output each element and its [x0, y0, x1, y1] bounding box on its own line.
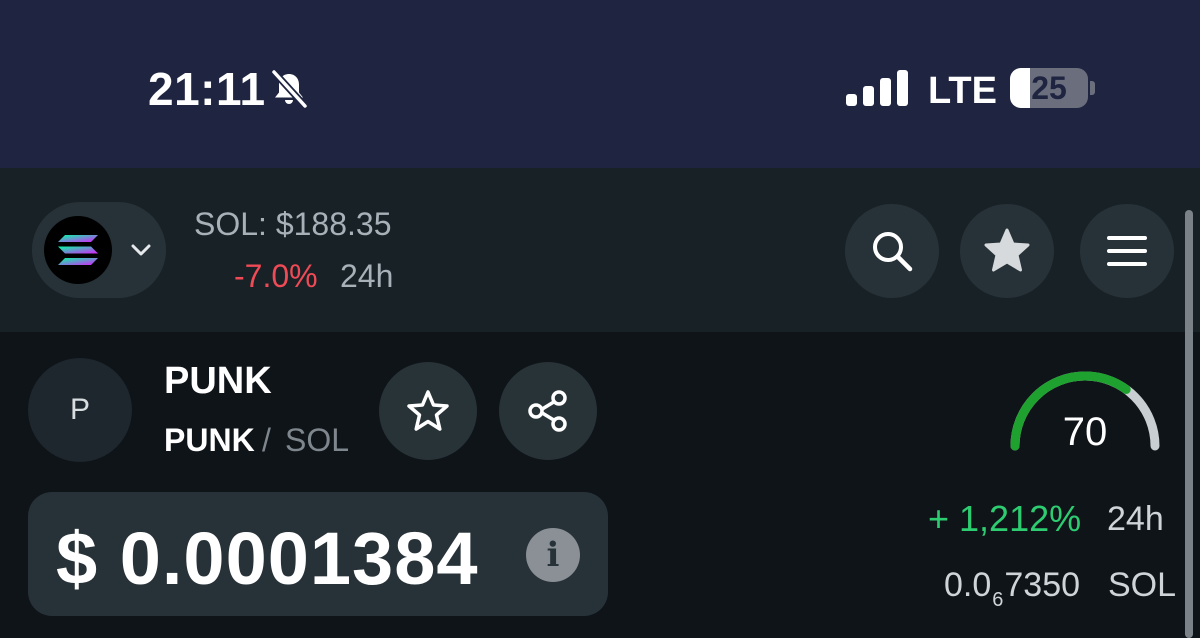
menu-button[interactable]	[1080, 204, 1174, 298]
search-icon	[873, 232, 913, 272]
sol-unit: SOL	[1108, 566, 1177, 604]
price-box: $ 0.0001384 i	[28, 492, 608, 616]
network-type: LTE	[928, 70, 997, 112]
solana-logo-icon	[44, 216, 112, 284]
status-bar: 21:11 LTE 25	[0, 0, 1200, 168]
scrollbar[interactable]	[1185, 210, 1193, 638]
battery-tip	[1090, 81, 1095, 95]
app-header: SOL: $188.35 -7.0% 24h	[0, 168, 1200, 332]
sol-price-zero-count: 6	[992, 589, 1004, 611]
sol-change-period: 24h	[340, 258, 394, 294]
sol-price-prefix: 0.0	[944, 566, 992, 604]
pair-quote: SOL	[285, 422, 350, 458]
price-change-period: 24h	[1107, 500, 1164, 538]
share-icon	[528, 390, 567, 432]
chain-selector[interactable]	[32, 202, 166, 298]
star-outline-icon	[407, 390, 449, 431]
score-value: 70	[1062, 410, 1108, 454]
token-avatar: P	[28, 358, 132, 462]
search-button[interactable]	[845, 204, 939, 298]
info-icon: i	[546, 535, 560, 575]
token-name: PUNK	[164, 360, 272, 402]
sol-change: -7.0%	[234, 258, 318, 294]
sol-price-digits: 7350	[1004, 566, 1081, 604]
price-in-sol: 0.067350	[944, 566, 1080, 612]
watchlist-button[interactable]	[960, 204, 1054, 298]
signal-icon	[846, 70, 908, 106]
star-filled-icon	[984, 228, 1030, 272]
price-change-24h: + 1,212%	[928, 498, 1082, 539]
share-button[interactable]	[499, 362, 597, 460]
pair-separator: /	[262, 422, 271, 458]
status-time: 21:11	[148, 63, 266, 115]
menu-icon	[1107, 236, 1147, 266]
favorite-button[interactable]	[379, 362, 477, 460]
pair-base: PUNK	[164, 422, 255, 458]
battery-icon: 25	[1010, 68, 1088, 108]
sol-price: SOL: $188.35	[194, 206, 392, 242]
chevron-down-icon	[131, 244, 151, 256]
bell-muted-icon	[270, 68, 309, 110]
token-price: $ 0.0001384	[56, 517, 479, 600]
info-button[interactable]: i	[526, 528, 580, 582]
battery-level: 25	[1031, 70, 1067, 106]
